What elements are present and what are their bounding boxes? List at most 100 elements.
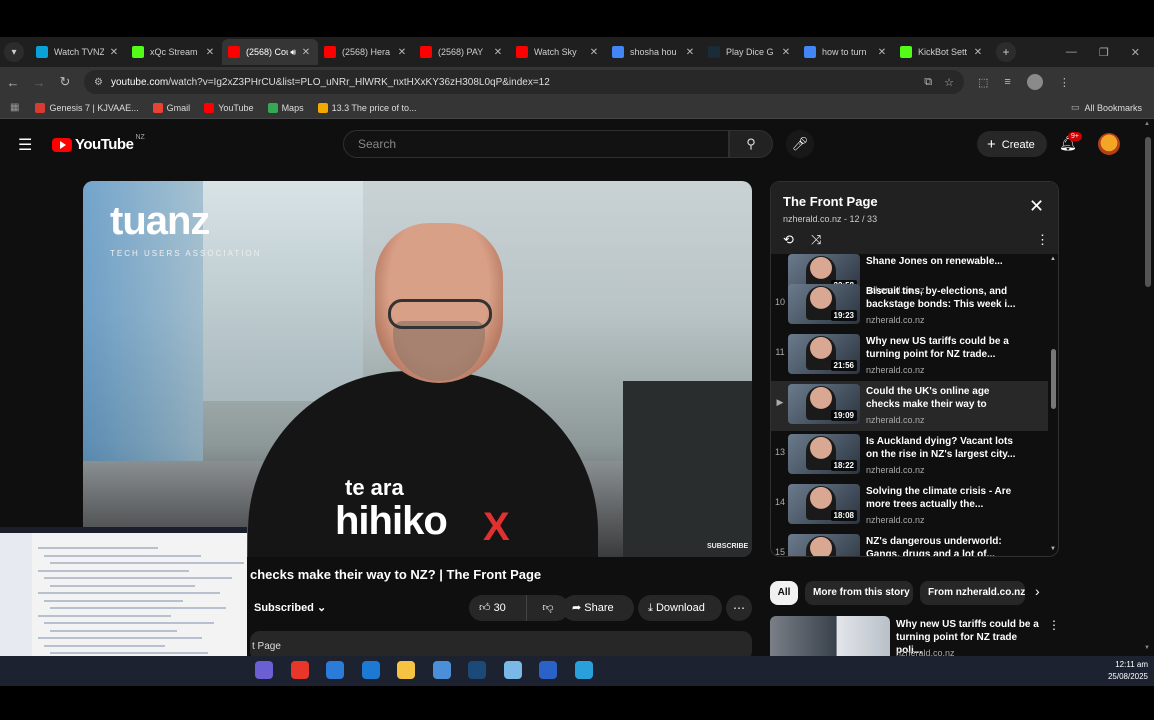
scroll-down-icon[interactable]: ▼: [1050, 546, 1056, 552]
bookmark-item[interactable]: Maps: [267, 102, 304, 113]
snip-icon[interactable]: [432, 661, 451, 679]
guide-menu-icon[interactable]: ☰: [18, 135, 32, 155]
playlist-scroll-thumb[interactable]: [1051, 349, 1056, 409]
url-input[interactable]: ⚙ youtube.com/watch?v=Ig2xZ3PHrCU&list=P…: [84, 70, 964, 94]
playlist-item-thumbnail[interactable]: 18:08: [788, 484, 860, 524]
winamp-icon[interactable]: [290, 661, 309, 679]
browser-tab[interactable]: how to turn ✕: [798, 39, 894, 65]
browser-tab[interactable]: shosha hou ✕: [606, 39, 702, 65]
playlist-item-thumbnail[interactable]: 19:23: [788, 284, 860, 324]
maximize-icon[interactable]: ❐: [1099, 46, 1109, 59]
steam-icon[interactable]: [468, 661, 486, 679]
explorer-icon[interactable]: [397, 661, 415, 679]
recommended-channel[interactable]: nzherald.co.nz: [896, 648, 955, 656]
profile-avatar[interactable]: [1026, 74, 1043, 90]
close-icon[interactable]: ✕: [1029, 196, 1044, 217]
playlist-item[interactable]: 15 NZ's dangerous underworld: Gangs, drug…: [771, 531, 1048, 556]
word-icon[interactable]: [539, 661, 557, 679]
bookmark-item[interactable]: 13.3 The price of to...: [317, 102, 416, 113]
playlist-item[interactable]: ▶ 19:09 Could the UK's online age checks m…: [771, 381, 1048, 431]
browser-tab[interactable]: (2568) Hera ✕: [318, 39, 414, 65]
search-input[interactable]: Search: [343, 130, 729, 158]
tab-close-icon[interactable]: ✕: [108, 47, 120, 58]
install-app-icon[interactable]: ⧉: [924, 76, 932, 89]
store-icon[interactable]: [326, 661, 344, 679]
chip-more-from-story[interactable]: More from this story: [805, 581, 913, 605]
speaker-icon[interactable]: 🔊︎: [290, 47, 296, 58]
tab-close-icon[interactable]: ✕: [972, 47, 984, 58]
more-actions-button[interactable]: ⋯: [726, 595, 752, 621]
tab-close-icon[interactable]: ✕: [876, 47, 888, 58]
browser-tab[interactable]: KickBot Sett ✕: [894, 39, 990, 65]
create-button[interactable]: + Create: [977, 131, 1047, 157]
recommended-video[interactable]: Why new US tariffs could be a turning po…: [770, 616, 1060, 656]
account-avatar[interactable]: [1098, 133, 1120, 155]
bookmark-item[interactable]: Genesis 7 | KJVAAE...: [35, 102, 139, 113]
playlist-title[interactable]: The Front Page: [783, 194, 878, 209]
playlist-item-thumbnail[interactable]: 18:22: [788, 434, 860, 474]
tab-close-icon[interactable]: ✕: [780, 47, 792, 58]
browser-tab[interactable]: xQc Stream ✕: [126, 39, 222, 65]
tab-close-icon[interactable]: ✕: [588, 47, 600, 58]
apps-grid-icon[interactable]: ▦: [10, 102, 19, 113]
site-info-icon[interactable]: ⚙: [94, 77, 103, 88]
recommended-menu-icon[interactable]: ⋮: [1048, 618, 1060, 632]
teams-icon[interactable]: [255, 661, 273, 679]
browser-tab[interactable]: Play Dice G ✕: [702, 39, 798, 65]
browser-tab[interactable]: Watch TVNZ ✕: [30, 39, 126, 65]
playlist-item-thumbnail[interactable]: [788, 534, 860, 556]
page-scroll-thumb[interactable]: [1145, 137, 1151, 287]
search-button[interactable]: ⚲: [729, 130, 773, 158]
loop-icon[interactable]: ⟲: [783, 232, 794, 248]
playlist-scrollbar[interactable]: ▲ ▼: [1050, 254, 1058, 556]
back-icon[interactable]: ←: [0, 75, 26, 90]
tab-close-icon[interactable]: ✕: [300, 47, 312, 58]
playlist-item[interactable]: 11 21:56 Why new US tariffs could be a tur…: [771, 331, 1048, 381]
media-controls-icon[interactable]: ≡: [1004, 76, 1010, 88]
chevron-right-icon[interactable]: ›: [1035, 583, 1040, 599]
playlist-menu-icon[interactable]: ⋮: [1036, 232, 1049, 248]
bookmark-item[interactable]: Gmail: [152, 102, 190, 113]
description-box[interactable]: t Page: [250, 631, 752, 656]
playlist-item[interactable]: 13 18:22 Is Auckland dying? Vacant lots on…: [771, 431, 1048, 481]
like-button[interactable]: 👍︎ 30: [469, 595, 527, 621]
reload-icon[interactable]: ↻: [52, 74, 78, 90]
tab-close-icon[interactable]: ✕: [396, 47, 408, 58]
browser-tab[interactable]: (2568) Could🔊︎ ✕: [222, 39, 318, 65]
playlist-item[interactable]: 10 19:23 Biscuit tins, by-elections, and b…: [771, 281, 1048, 331]
recommended-thumbnail[interactable]: [770, 616, 890, 656]
browser-menu-icon[interactable]: ⋮: [1059, 76, 1070, 89]
new-tab-button[interactable]: +: [996, 42, 1016, 62]
subscribed-button[interactable]: Subscribed ⌄: [250, 595, 334, 621]
page-scrollbar[interactable]: ▲ ▼: [1142, 119, 1154, 656]
shuffle-icon[interactable]: ⤨: [811, 232, 821, 248]
system-clock[interactable]: 12:11 am 25/08/2025: [1096, 659, 1152, 683]
page-scroll-down-icon[interactable]: ▼: [1144, 645, 1150, 651]
subscribe-watermark[interactable]: SUBSCRIBE: [707, 543, 748, 550]
voice-search-button[interactable]: 🎤︎: [786, 130, 814, 158]
notepad-icon[interactable]: [503, 661, 522, 679]
tab-close-icon[interactable]: ✕: [204, 47, 216, 58]
playlist-channel[interactable]: nzherald.co.nz: [783, 214, 842, 224]
telegram-icon[interactable]: [574, 661, 593, 679]
all-bookmarks-button[interactable]: ▭ All Bookmarks: [1071, 102, 1142, 113]
scroll-up-icon[interactable]: ▲: [1050, 256, 1056, 262]
playlist-item-thumbnail[interactable]: 21:56: [788, 334, 860, 374]
forward-icon[interactable]: →: [26, 75, 52, 90]
page-scroll-up-icon[interactable]: ▲: [1144, 121, 1150, 127]
close-window-icon[interactable]: ✕: [1131, 46, 1140, 59]
download-button[interactable]: ⤓ Download: [638, 595, 722, 621]
playlist-item-thumbnail[interactable]: 19:09: [788, 384, 860, 424]
extensions-icon[interactable]: ⬚: [978, 76, 988, 89]
chip-all[interactable]: All: [770, 581, 798, 605]
share-button[interactable]: ➦ Share: [562, 595, 634, 621]
browser-tab[interactable]: (2568) PAY ✕: [414, 39, 510, 65]
minimize-icon[interactable]: —: [1066, 46, 1077, 59]
youtube-logo[interactable]: YouTube NZ: [52, 134, 145, 153]
bookmark-star-icon[interactable]: ☆: [944, 76, 954, 89]
video-player[interactable]: tuanz TECH USERS ASSOCIATION te ara hihi…: [83, 181, 752, 557]
tab-close-icon[interactable]: ✕: [684, 47, 696, 58]
chip-from-channel[interactable]: From nzherald.co.nz: [920, 581, 1025, 605]
tab-search-button[interactable]: ▾: [4, 42, 24, 62]
outlook-icon[interactable]: [361, 661, 380, 679]
